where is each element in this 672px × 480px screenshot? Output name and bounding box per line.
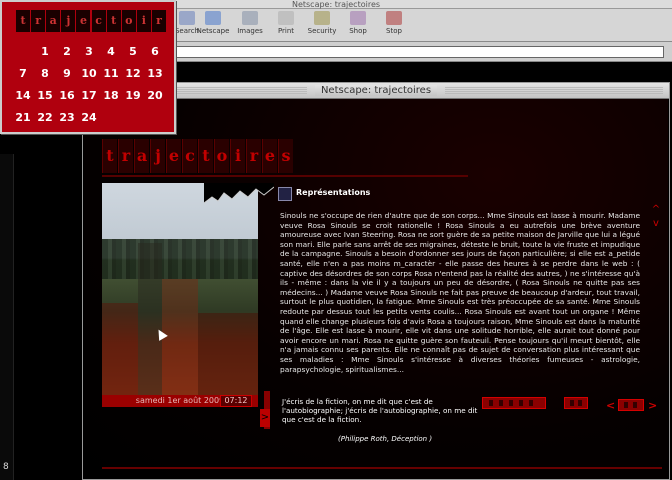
- calendar-day[interactable]: 5: [122, 42, 144, 62]
- shop-icon: [350, 11, 366, 25]
- back-side-glyph: 8: [3, 462, 9, 472]
- logo-letter: s: [278, 139, 293, 173]
- calendar-day[interactable]: 20: [144, 86, 166, 106]
- page-content: trajectoires Représentations Sinouls ne …: [84, 99, 668, 479]
- stop-icon: [386, 11, 402, 25]
- toolbar-stop-button[interactable]: Stop: [377, 11, 411, 40]
- logo-letter: t: [102, 139, 117, 173]
- calendar-popup: trajectoir 1 2 3 4 5 6 7 8 9 10 11 12 13 14 15 16 17 18 19…: [0, 0, 176, 134]
- calendar-day[interactable]: 16: [56, 86, 78, 106]
- logo-letter: j: [150, 139, 165, 173]
- toolbar-images-button[interactable]: Images: [233, 11, 267, 40]
- nav-button-1[interactable]: [482, 397, 546, 409]
- quote-source: (Philippe Roth, Déception ): [338, 435, 433, 443]
- calendar-header-letter: r: [31, 10, 46, 32]
- images-icon: [242, 11, 258, 25]
- calendar-day[interactable]: 18: [100, 86, 122, 106]
- calendar-header-letter: t: [106, 10, 121, 32]
- calendar-day[interactable]: 23: [56, 108, 78, 128]
- calendar-header-letter: e: [76, 10, 91, 32]
- calendar-day[interactable]: 8: [34, 64, 56, 84]
- calendar-blank: [12, 42, 34, 62]
- calendar-header-letter: c: [91, 10, 106, 32]
- calendar-header-letter: i: [136, 10, 151, 32]
- back-scroll-strip: [0, 154, 14, 480]
- quote-text: J'écris de la fiction, on me dit que c'e…: [282, 397, 478, 425]
- calendar-day[interactable]: 3: [78, 42, 100, 62]
- calendar-day[interactable]: 1: [34, 42, 56, 62]
- header-rule: [102, 175, 468, 177]
- calendar-day[interactable]: 17: [78, 86, 100, 106]
- calendar-header-letter: t: [16, 10, 30, 32]
- calendar-day[interactable]: 14: [12, 86, 34, 106]
- toolbar-shop-button[interactable]: Shop: [341, 11, 375, 40]
- front-window-title: Netscape: trajectoires: [314, 85, 438, 96]
- calendar-day[interactable]: 9: [56, 64, 78, 84]
- calendar-header-letter: a: [46, 10, 61, 32]
- section-title: Représentations: [296, 188, 371, 197]
- calendar-header-letter: o: [121, 10, 136, 32]
- logo-letter: i: [230, 139, 245, 173]
- site-logo[interactable]: trajectoires: [102, 139, 298, 173]
- location-input[interactable]: [176, 46, 664, 58]
- logo-letter: c: [182, 139, 197, 173]
- calendar-grid: 1 2 3 4 5 6 7 8 9 10 11 12 13 14 15 16 17 18 19 20 21 22 23 24: [12, 42, 168, 128]
- torn-edge-decoration: [204, 183, 274, 204]
- section-icon: [278, 187, 292, 201]
- search-icon: [179, 11, 195, 25]
- toolbar-netscape-button[interactable]: Netscape: [196, 11, 230, 40]
- calendar-day[interactable]: 7: [12, 64, 34, 84]
- calendar-day[interactable]: 10: [78, 64, 100, 84]
- calendar-day[interactable]: 13: [144, 64, 166, 84]
- calendar-day[interactable]: 15: [34, 86, 56, 106]
- nav-right-arrow-icon[interactable]: >: [648, 399, 657, 412]
- next-arrow-button[interactable]: >: [260, 409, 270, 427]
- nav-button-2[interactable]: [564, 397, 588, 409]
- logo-letter: e: [166, 139, 181, 173]
- nav-left-arrow-icon[interactable]: <: [606, 399, 615, 412]
- calendar-day[interactable]: 6: [144, 42, 166, 62]
- logo-letter: t: [198, 139, 213, 173]
- calendar-header-letter: j: [61, 10, 76, 32]
- scroll-down-icon[interactable]: v: [650, 217, 662, 231]
- calendar-day[interactable]: 24: [78, 108, 100, 128]
- calendar-day[interactable]: 12: [122, 64, 144, 84]
- logo-letter: e: [262, 139, 277, 173]
- article-body: Sinouls ne s'occupe de rien d'autre que …: [280, 211, 640, 374]
- time-label: 07:12: [220, 395, 252, 407]
- calendar-header: trajectoir: [16, 10, 166, 32]
- logo-letter: r: [118, 139, 133, 173]
- front-window: Netscape: trajectoires trajectoires Repr…: [82, 82, 670, 480]
- calendar-day[interactable]: 19: [122, 86, 144, 106]
- calendar-day[interactable]: 21: [12, 108, 34, 128]
- logo-letter: a: [134, 139, 149, 173]
- scroll-up-icon[interactable]: ^: [650, 203, 662, 217]
- screen: Netscape: trajectoires Search Netscape I…: [0, 0, 672, 480]
- back-window-title: Netscape: trajectoires: [291, 0, 381, 9]
- print-icon: [278, 11, 294, 25]
- calendar-day[interactable]: 2: [56, 42, 78, 62]
- calendar-day[interactable]: 11: [100, 64, 122, 84]
- text-scroll-controls: ^ v: [650, 203, 662, 231]
- calendar-day[interactable]: 4: [100, 42, 122, 62]
- calendar-header-letter: r: [151, 10, 166, 32]
- titlebar-stripes-right: [445, 87, 663, 95]
- netscape-icon: [205, 11, 221, 25]
- nav-button-3[interactable]: [618, 399, 644, 411]
- logo-letter: r: [246, 139, 261, 173]
- logo-letter: o: [214, 139, 229, 173]
- calendar-day[interactable]: 22: [34, 108, 56, 128]
- toolbar-security-button[interactable]: Security: [305, 11, 339, 40]
- bottom-rule: [102, 467, 662, 469]
- security-icon: [314, 11, 330, 25]
- toolbar-print-button[interactable]: Print: [269, 11, 303, 40]
